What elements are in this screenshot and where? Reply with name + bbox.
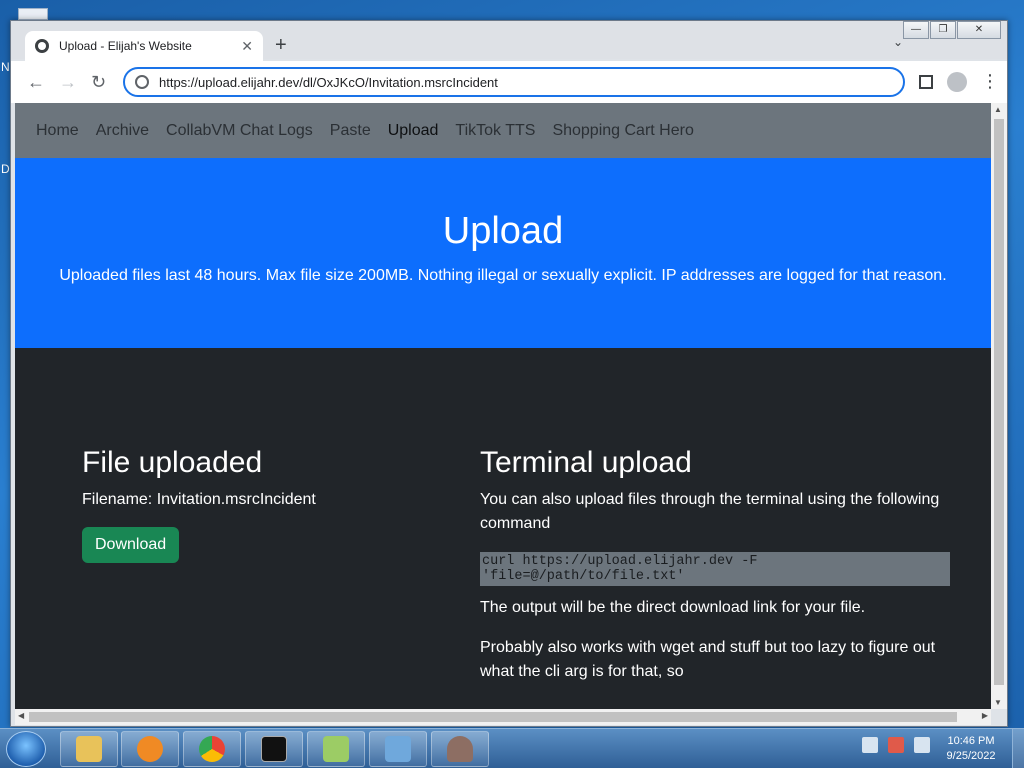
download-button[interactable]: Download [82,527,180,563]
scroll-down-arrow-icon[interactable]: ▼ [994,698,1002,707]
restore-button[interactable]: ❐ [930,21,956,39]
minimize-button[interactable]: — [903,21,929,39]
wireshark-taskbar-button[interactable] [431,731,489,767]
side-panel-icon[interactable] [919,75,933,89]
start-button[interactable] [6,731,46,767]
control-panel-taskbar-button[interactable] [369,731,427,767]
action-center-icon[interactable] [888,737,904,753]
terminal-upload-heading: Terminal upload [480,446,692,479]
upload-rules-text: Uploaded files last 48 hours. Max file s… [59,267,947,284]
horizontal-scroll-thumb[interactable] [29,712,957,722]
browser-menu-button[interactable]: ⋮ [981,70,999,92]
close-tab-icon[interactable]: ✕ [241,38,253,55]
media-player-taskbar-button[interactable] [121,731,179,767]
page-viewport: Home Archive CollabVM Chat Logs Paste Up… [15,103,991,709]
globe-icon [35,39,49,53]
show-desktop-button[interactable] [1012,729,1024,768]
back-button[interactable]: ← [27,71,45,93]
site-navbar: Home Archive CollabVM Chat Logs Paste Up… [15,103,991,158]
url-input[interactable] [159,74,879,90]
desktop-label-fragment: N [1,60,10,74]
profile-avatar[interactable] [947,72,967,92]
terminal-intro-text: You can also upload files through the te… [480,491,940,532]
page-title: Upload [442,210,564,252]
network-icon[interactable] [862,737,878,753]
tab-strip: Upload - Elijah's Website ✕ + ⌄ — ❐ ✕ [11,21,1007,61]
close-window-button[interactable]: ✕ [957,21,1001,39]
desktop-shortcut-icon[interactable] [18,8,48,20]
main-content: File uploaded Filename: Invitation.msrcI… [15,348,991,709]
chrome-taskbar-button[interactable] [183,731,241,767]
output-note-text: The output will be the direct download l… [480,599,866,616]
nav-link-archive[interactable]: Archive [96,122,149,140]
nav-link-paste[interactable]: Paste [330,122,371,140]
system-tray [862,737,930,753]
vertical-scrollbar[interactable]: ▲ ▼ [991,103,1007,709]
nav-link-collabvm-chat-logs[interactable]: CollabVM Chat Logs [166,122,313,140]
chrome-icon [199,736,225,762]
notepad-plus-plus-icon [323,736,349,762]
taskbar: 10:46 PM 9/25/2022 [0,728,1024,768]
file-uploaded-heading: File uploaded [82,446,263,479]
nav-link-upload[interactable]: Upload [388,122,439,140]
tab-title: Upload - Elijah's Website [59,39,192,53]
control-panel-icon [385,736,411,762]
nav-link-shopping-cart-hero[interactable]: Shopping Cart Hero [552,122,693,140]
vertical-scroll-thumb[interactable] [994,119,1004,685]
new-tab-button[interactable]: + [275,35,287,55]
clock-time: 10:46 PM [947,735,995,747]
horizontal-scrollbar[interactable]: ◀ ▶ [15,709,991,725]
media-player-icon [137,736,163,762]
clock-date: 9/25/2022 [946,750,996,762]
notepad-plus-plus-taskbar-button[interactable] [307,731,365,767]
browser-window: Upload - Elijah's Website ✕ + ⌄ — ❐ ✕ ← … [10,20,1008,727]
window-controls: — ❐ ✕ [902,21,1001,39]
explorer-taskbar-button[interactable] [60,731,118,767]
reload-button[interactable]: ↻ [91,71,106,93]
nav-link-tiktok-tts[interactable]: TikTok TTS [455,122,535,140]
desktop-label-fragment: D [1,162,10,176]
hero-banner: Upload Uploaded files last 48 hours. Max… [15,158,991,348]
filename-text: Filename: Invitation.msrcIncident [82,491,316,508]
cmd-taskbar-button[interactable] [245,731,303,767]
browser-toolbar: ← → ↻ ⋮ [11,61,1007,103]
forward-button[interactable]: → [59,71,77,93]
volume-icon[interactable] [914,737,930,753]
scroll-up-arrow-icon[interactable]: ▲ [994,105,1002,114]
file-uploaded-section: File uploaded Filename: Invitation.msrcI… [82,446,442,563]
cmd-icon [261,736,287,762]
nav-link-home[interactable]: Home [36,122,79,140]
site-info-icon[interactable] [135,75,149,89]
wireshark-icon [447,736,473,762]
taskbar-clock[interactable]: 10:46 PM 9/25/2022 [936,734,1006,764]
terminal-upload-section: Terminal upload You can also upload file… [480,446,950,684]
scroll-left-arrow-icon[interactable]: ◀ [18,711,24,720]
address-bar[interactable] [123,67,905,97]
tab-upload[interactable]: Upload - Elijah's Website ✕ [25,31,263,61]
curl-command: curl https://upload.elijahr.dev -F 'file… [480,552,950,586]
scroll-right-arrow-icon[interactable]: ▶ [982,711,988,720]
wget-note-text: Probably also works with wget and stuff … [480,639,936,680]
explorer-icon [76,736,102,762]
